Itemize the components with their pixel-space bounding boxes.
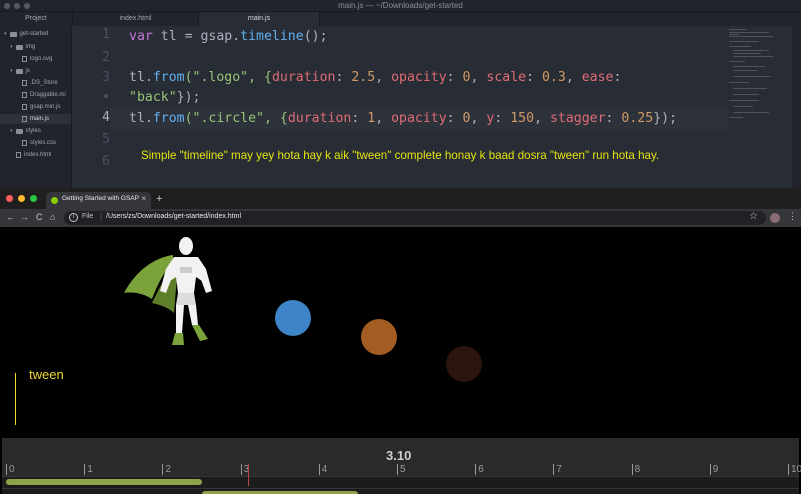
editor-window-title: main.js — ~/Downloads/get-started (338, 1, 463, 10)
annotation-tween-top: tween (29, 367, 64, 382)
circle-3 (446, 346, 482, 382)
ruler-tick: 1 (84, 464, 93, 475)
tab-main-js[interactable]: main.js (198, 12, 320, 26)
timeline-ruler[interactable]: 0 1 2 3 4 5 6 7 8 9 10 (2, 464, 801, 476)
folder-icon (15, 44, 23, 50)
minimize-window-button[interactable] (18, 195, 25, 202)
code-line-4: tl.from(".circle", {duration: 1, opacity… (129, 111, 678, 126)
file-icon (22, 140, 27, 146)
chevron-down-icon: ▾ (10, 68, 13, 74)
forward-icon[interactable]: → (20, 212, 29, 222)
circle-1 (275, 300, 311, 336)
url-text: /Users/zs/Downloads/get-started/index.ht… (106, 213, 241, 220)
tween-track-row (2, 488, 799, 494)
new-tab-button[interactable]: + (156, 193, 162, 205)
tree-item-img[interactable]: ▾ img (10, 42, 35, 52)
ruler-tick: 0 (6, 464, 15, 475)
tree-item-get-started[interactable]: ▾ get-started (4, 29, 48, 39)
chevron-down-icon: ▾ (10, 128, 13, 134)
ruler-tick: 4 (318, 464, 327, 475)
file-icon (22, 104, 27, 110)
file-icon (22, 80, 27, 86)
tab-project[interactable]: Project (0, 12, 72, 26)
playhead-marker[interactable] (248, 464, 250, 486)
page-viewport: tween tween 3.10 012345678910 (0, 227, 801, 494)
line-number: 2 (102, 50, 110, 65)
line-number: 1 (102, 27, 110, 42)
browser-tab-bar: Getting Started with GSAP × + (0, 188, 801, 209)
browser-toolbar: ← → C ⌂ i File | /Users/zs/Downloads/get… (0, 209, 801, 227)
code-line-3-wrap: "back"}); (129, 90, 201, 105)
tree-item-styles[interactable]: ▾ styles (10, 126, 41, 136)
tab-index-html[interactable]: index.html (72, 12, 198, 26)
code-minimap[interactable] (727, 26, 789, 121)
tree-item-main-js[interactable]: main.js (0, 114, 71, 124)
code-line-1: var tl = gsap.timeline(); (129, 29, 328, 44)
window-controls[interactable] (6, 195, 37, 202)
browser-tab[interactable]: Getting Started with GSAP × (46, 192, 151, 209)
url-separator: | (100, 212, 103, 221)
url-scheme: File (82, 213, 94, 220)
file-icon (22, 56, 27, 62)
info-icon[interactable]: i (69, 213, 78, 222)
circle-2 (361, 319, 397, 355)
tree-item-js[interactable]: ▾ js (10, 66, 30, 76)
line-fold-marker: • (102, 90, 110, 105)
code-editor-window: main.js — ~/Downloads/get-started Projec… (0, 0, 801, 188)
folder-icon (15, 68, 23, 74)
editor-tab-bar: Project index.html main.js (0, 12, 801, 26)
explanation-note: Simple "timeline" may yey hota hay k aik… (141, 149, 660, 162)
code-line-3: tl.from(".logo", {duration: 2.5, opacity… (129, 70, 622, 85)
maximize-window-button[interactable] (30, 195, 37, 202)
tree-item-index-html[interactable]: index.html (16, 150, 51, 160)
chevron-down-icon: ▾ (4, 31, 7, 37)
ruler-tick: 7 (553, 464, 562, 475)
line-number: 4 (102, 110, 110, 125)
file-icon (22, 92, 27, 98)
line-number: 3 (102, 70, 110, 85)
kebab-menu-icon[interactable]: ⋮ (788, 211, 797, 222)
editor-scrollbar[interactable] (792, 26, 801, 188)
ruler-tick: 2 (162, 464, 171, 475)
browser-tab-title: Getting Started with GSAP (62, 195, 139, 202)
tree-item-logo-svg[interactable]: logo.svg (22, 54, 52, 64)
folder-icon (15, 128, 23, 134)
gsap-favicon-icon (51, 197, 58, 204)
chevron-down-icon: ▾ (10, 44, 13, 50)
project-tree: ▾ get-started ▾ img logo.svg ▾ js .DS_Store… (0, 26, 72, 188)
tween-track-row (2, 476, 799, 488)
close-icon[interactable]: × (141, 194, 146, 203)
star-icon[interactable]: ☆ (749, 211, 758, 222)
current-time-readout: 3.10 (386, 448, 412, 463)
address-bar[interactable]: i File | /Users/zs/Downloads/get-started… (64, 211, 766, 225)
tree-item-gsap-min[interactable]: gsap.min.js (22, 102, 60, 112)
file-icon (16, 152, 21, 158)
browser-window: Getting Started with GSAP × + ← → C ⌂ i … (0, 188, 801, 494)
code-area[interactable]: var tl = gsap.timeline(); tl.from(".logo… (129, 26, 677, 126)
ruler-tick: 10 (788, 464, 801, 475)
close-window-button[interactable] (6, 195, 13, 202)
tween-bar[interactable] (6, 479, 202, 485)
home-icon[interactable]: ⌂ (50, 212, 55, 222)
tree-item-styles-css[interactable]: styles.css (22, 138, 56, 148)
extension-avatar-icon[interactable] (770, 213, 780, 223)
tree-item-draggable[interactable]: Draggable.mi (22, 90, 66, 100)
annotation-arrow-top (15, 373, 16, 425)
tree-item-ds-store[interactable]: .DS_Store (22, 78, 58, 88)
ruler-tick: 8 (631, 464, 640, 475)
ruler-tick: 9 (709, 464, 718, 475)
back-icon[interactable]: ← (6, 212, 15, 222)
gsdevtools-panel: 3.10 0 1 2 3 4 5 6 7 8 9 10 (2, 438, 801, 494)
ruler-tick: 5 (397, 464, 406, 475)
superhero-logo (124, 237, 212, 345)
line-number: 6 (102, 154, 110, 169)
ruler-tick: 6 (475, 464, 484, 475)
reload-icon[interactable]: C (36, 212, 43, 222)
file-icon (22, 116, 27, 122)
folder-icon (9, 31, 17, 37)
line-number: 5 (102, 132, 110, 147)
editor-titlebar: main.js — ~/Downloads/get-started (0, 0, 801, 12)
